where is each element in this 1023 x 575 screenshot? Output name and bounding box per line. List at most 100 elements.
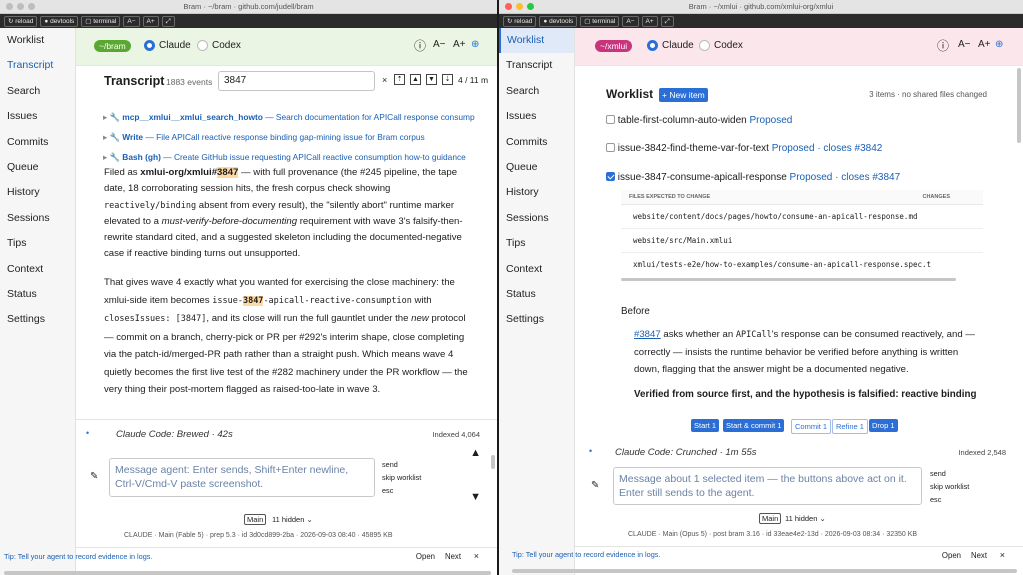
info-icon[interactable]: ⓘ: [937, 37, 949, 54]
open-button[interactable]: Open: [416, 552, 435, 561]
agent-claude-radio[interactable]: Claude: [647, 40, 694, 51]
before-heading: Before: [621, 306, 650, 317]
terminal-button[interactable]: ▢ terminal: [580, 15, 620, 27]
sidebar-item-queue[interactable]: Queue: [0, 155, 75, 180]
sidebar-item-issues[interactable]: Issues: [499, 104, 574, 129]
send-button[interactable]: send: [930, 467, 969, 480]
font-larger-button[interactable]: A+: [142, 15, 159, 27]
agent-codex-radio[interactable]: Codex: [699, 40, 743, 51]
reload-button[interactable]: ↻ reload: [4, 15, 38, 27]
agent-codex-radio[interactable]: Codex: [197, 40, 241, 51]
next-button[interactable]: Next: [445, 552, 461, 561]
tool-call-row[interactable]: ▸ 🔧 Bash (gh) — Create GitHub issue requ…: [103, 147, 475, 167]
tool-call-row[interactable]: ▸ 🔧 mcp__xmlui__xmlui_search_howto — Sea…: [103, 107, 475, 127]
zoom-icon[interactable]: ⊕: [995, 39, 1003, 50]
font-larger-button[interactable]: A+: [453, 39, 466, 50]
devtools-button[interactable]: ● devtools: [539, 15, 578, 27]
tool-call-row[interactable]: ▸ 🔧 Write — File APICall reactive respon…: [103, 127, 475, 147]
next-button[interactable]: Next: [971, 551, 987, 560]
sidebar-item-tips[interactable]: Tips: [499, 231, 574, 256]
skip-worklist-button[interactable]: skip worklist: [930, 480, 969, 493]
font-larger-button[interactable]: A+: [641, 15, 658, 27]
vertical-scrollbar[interactable]: [1017, 68, 1021, 143]
item-checkbox[interactable]: [606, 143, 615, 152]
worklist-item[interactable]: issue-3842-find-theme-var-for-text Propo…: [606, 143, 882, 154]
first-match-icon[interactable]: ⇡: [394, 74, 405, 85]
sidebar-item-worklist[interactable]: Worklist: [0, 28, 75, 53]
font-smaller-button[interactable]: A−: [622, 15, 639, 27]
worklist-item[interactable]: issue-3847-consume-apicall-response Prop…: [606, 172, 900, 183]
next-match-icon[interactable]: ▼: [426, 74, 437, 85]
sidebar-item-status[interactable]: Status: [0, 282, 75, 307]
font-smaller-button[interactable]: A−: [123, 15, 140, 27]
close-icon[interactable]: ×: [1000, 550, 1005, 560]
skip-worklist-button[interactable]: skip worklist: [382, 471, 421, 484]
worklist-item[interactable]: table-first-column-auto-widen Proposed: [606, 115, 792, 126]
info-icon[interactable]: ⓘ: [414, 37, 426, 54]
font-smaller-button[interactable]: A−: [433, 39, 446, 50]
devtools-button[interactable]: ● devtools: [40, 15, 79, 27]
transcript-search-input[interactable]: 3847: [218, 71, 375, 91]
sidebar-item-tips[interactable]: Tips: [0, 231, 75, 256]
item-checkbox-checked[interactable]: [606, 172, 615, 181]
sidebar-item-context[interactable]: Context: [499, 257, 574, 282]
font-larger-button[interactable]: A+: [978, 39, 991, 50]
sidebar-item-issues[interactable]: Issues: [0, 104, 75, 129]
scroll-up-icon[interactable]: ▲: [470, 447, 481, 459]
close-icon[interactable]: ×: [474, 551, 479, 561]
start-button[interactable]: Start 1: [691, 419, 720, 432]
sidebar-item-queue[interactable]: Queue: [499, 155, 574, 180]
picker-icon[interactable]: ⤢: [660, 15, 674, 27]
sidebar-item-settings[interactable]: Settings: [499, 307, 574, 332]
sidebar-item-commits[interactable]: Commits: [0, 130, 75, 155]
sidebar-item-search[interactable]: Search: [499, 79, 574, 104]
item-checkbox[interactable]: [606, 115, 615, 124]
sidebar-item-history[interactable]: History: [0, 180, 75, 205]
new-item-button[interactable]: + New item: [659, 88, 708, 102]
message-input[interactable]: Message about 1 selected item — the butt…: [613, 467, 922, 505]
sidebar-item-settings[interactable]: Settings: [0, 307, 75, 332]
vertical-scrollbar[interactable]: [491, 455, 495, 469]
esc-button[interactable]: esc: [382, 484, 421, 497]
scroll-down-icon[interactable]: ▼: [470, 491, 481, 503]
reload-button[interactable]: ↻ reload: [503, 15, 537, 27]
sidebar-item-search[interactable]: Search: [0, 79, 75, 104]
pen-icon[interactable]: ✎: [591, 480, 599, 491]
clear-search-icon[interactable]: ×: [382, 75, 387, 85]
horizontal-scrollbar[interactable]: [512, 569, 1017, 573]
last-match-icon[interactable]: ⇣: [442, 74, 453, 85]
prev-match-icon[interactable]: ▲: [410, 74, 421, 85]
sidebar-item-history[interactable]: History: [499, 180, 574, 205]
open-button[interactable]: Open: [942, 551, 961, 560]
sidebar-item-commits[interactable]: Commits: [499, 130, 574, 155]
zoom-icon[interactable]: ⊕: [471, 39, 479, 50]
refine-button[interactable]: Refine 1: [832, 419, 868, 434]
tip-text: Tip: Tell your agent to record evidence …: [512, 550, 661, 559]
esc-button[interactable]: esc: [930, 493, 969, 506]
hidden-toggle[interactable]: 11 hidden ⌄: [785, 514, 826, 523]
pen-icon[interactable]: ✎: [90, 471, 98, 482]
terminal-button[interactable]: ▢ terminal: [81, 15, 121, 27]
branch-select[interactable]: Main: [759, 513, 782, 524]
repo-pill[interactable]: ~/xmlui: [595, 40, 633, 52]
sidebar-item-transcript[interactable]: Transcript: [0, 53, 75, 78]
drop-button[interactable]: Drop 1: [869, 419, 898, 432]
horizontal-scrollbar[interactable]: [4, 571, 491, 575]
sidebar-item-sessions[interactable]: Sessions: [499, 206, 574, 231]
start-commit-button[interactable]: Start & commit 1: [723, 419, 785, 432]
agent-claude-radio[interactable]: Claude: [144, 40, 191, 51]
sidebar-item-sessions[interactable]: Sessions: [0, 206, 75, 231]
picker-icon[interactable]: ⤢: [161, 15, 175, 27]
repo-pill[interactable]: ~/bram: [94, 40, 131, 52]
sidebar-item-context[interactable]: Context: [0, 257, 75, 282]
sidebar-item-worklist[interactable]: Worklist: [499, 28, 574, 54]
sidebar-item-status[interactable]: Status: [499, 282, 574, 307]
branch-select[interactable]: Main: [244, 514, 267, 525]
sidebar-item-transcript[interactable]: Transcript: [499, 53, 574, 78]
font-smaller-button[interactable]: A−: [958, 39, 971, 50]
message-input[interactable]: Message agent: Enter sends, Shift+Enter …: [109, 458, 375, 497]
hidden-toggle[interactable]: 11 hidden ⌄: [272, 515, 313, 524]
commit-button[interactable]: Commit 1: [791, 419, 832, 434]
table-scrollbar[interactable]: [621, 278, 956, 281]
send-button[interactable]: send: [382, 458, 421, 471]
